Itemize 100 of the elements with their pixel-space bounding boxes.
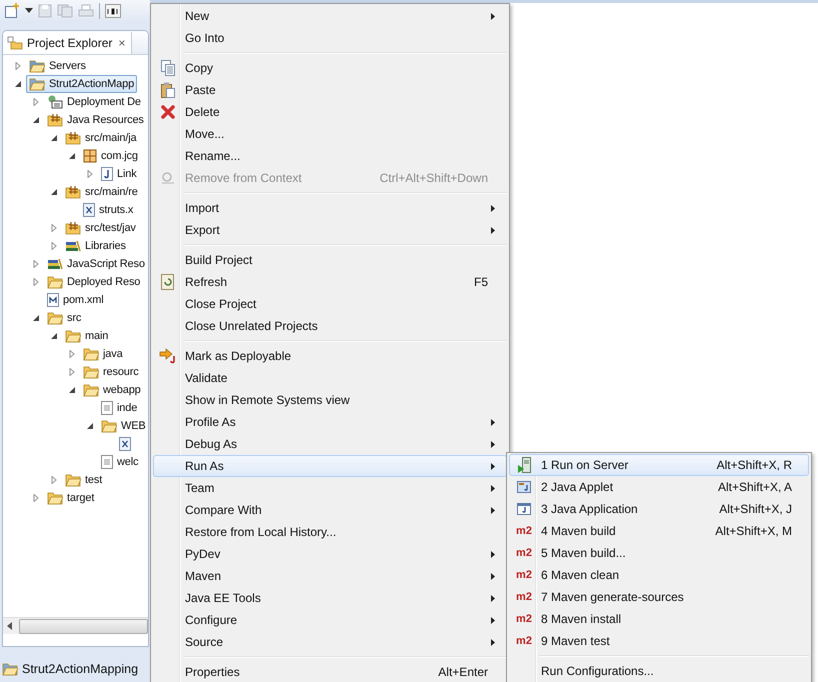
scrollbar-thumb[interactable]	[19, 618, 148, 634]
tree-item[interactable]: struts.x	[80, 201, 136, 219]
menu-item[interactable]: Java EE Tools	[153, 587, 507, 609]
package-icon	[83, 149, 97, 163]
scroll-left-icon[interactable]	[7, 622, 13, 630]
package-folder-icon	[47, 113, 63, 127]
dropdown-icon[interactable]	[25, 8, 33, 14]
menu-item[interactable]: m2 8 Maven install	[509, 608, 809, 630]
menu-item[interactable]: Build Project	[153, 249, 507, 271]
menu-item[interactable]: Mark as Deployable	[153, 345, 507, 367]
expand-arrow-icon[interactable]	[86, 422, 94, 430]
tree-item[interactable]: JavaScript Reso	[44, 255, 148, 273]
menu-item[interactable]: m2 9 Maven test	[509, 630, 809, 652]
package-folder-icon	[65, 221, 81, 235]
save-all-icon[interactable]	[57, 4, 73, 18]
menu-item[interactable]: Team	[153, 477, 507, 499]
tree-item[interactable]: java	[80, 345, 126, 363]
save-icon[interactable]	[38, 4, 52, 18]
new-icon[interactable]	[4, 3, 20, 19]
menu-item[interactable]: Close Project	[153, 293, 507, 315]
menu-item[interactable]: Debug As	[153, 433, 507, 455]
menu-item[interactable]: Properties Alt+Enter	[153, 661, 507, 682]
menu-item[interactable]: 3 Java Application Alt+Shift+X, J	[509, 498, 809, 520]
xml-file-icon	[83, 203, 95, 217]
tree-item[interactable]: welc	[98, 453, 142, 471]
tree-item[interactable]: pom.xml	[44, 291, 107, 309]
menu-item[interactable]: m2 6 Maven clean	[509, 564, 809, 586]
tree-item[interactable]: Deployment De	[44, 93, 144, 111]
expand-arrow-icon[interactable]	[32, 116, 40, 124]
tree-item[interactable]: src/main/re	[62, 183, 141, 201]
menu-item[interactable]: Maven	[153, 565, 507, 587]
menu-item[interactable]: Show in Remote Systems view	[153, 389, 507, 411]
tree-item[interactable]: src	[44, 309, 84, 327]
folder-icon	[101, 419, 117, 433]
binary-icon[interactable]	[105, 4, 121, 18]
java-file-icon	[101, 167, 113, 181]
tree-item[interactable]: test	[62, 471, 106, 489]
folder-icon	[65, 473, 81, 487]
expand-arrow-icon[interactable]	[50, 188, 58, 196]
menu-item[interactable]: Copy	[153, 57, 507, 79]
tree-item[interactable]: WEB	[98, 417, 148, 435]
menu-item[interactable]: Configure	[153, 609, 507, 631]
tree-item[interactable]: Strut2ActionMapp	[26, 75, 138, 93]
menu-item[interactable]: Profile As	[153, 411, 507, 433]
menu-item[interactable]: m2 7 Maven generate-sources	[509, 586, 809, 608]
tree-item[interactable]: Servers	[26, 57, 89, 75]
expand-arrow-icon[interactable]	[68, 386, 76, 394]
tree-item[interactable]: Deployed Reso	[44, 273, 144, 291]
tree-item[interactable]: webapp	[80, 381, 144, 399]
menu-item[interactable]: New	[153, 5, 507, 27]
menu-item[interactable]: Rename...	[153, 145, 507, 167]
applet-icon	[517, 481, 531, 493]
tree-item[interactable]: Java Resources	[44, 111, 147, 129]
context-icon	[161, 171, 175, 185]
horizontal-scrollbar[interactable]	[3, 617, 148, 634]
tree-item[interactable]: src/main/ja	[62, 129, 140, 147]
menu-item[interactable]: 2 Java Applet Alt+Shift+X, A	[509, 476, 809, 498]
descriptor-icon	[47, 95, 63, 109]
tab-label: Project Explorer	[27, 36, 112, 50]
menu-item[interactable]: Go Into	[153, 27, 507, 49]
menu-item[interactable]: Run As	[153, 455, 507, 477]
menu-item[interactable]: Import	[153, 197, 507, 219]
menu-item[interactable]: m2 5 Maven build...	[509, 542, 809, 564]
menu-item[interactable]: Move...	[153, 123, 507, 145]
expand-arrow-icon[interactable]	[50, 332, 58, 340]
tree-item[interactable]: Libraries	[62, 237, 129, 255]
menu-item[interactable]: Close Unrelated Projects	[153, 315, 507, 337]
tree-item[interactable]: main	[62, 327, 112, 345]
tree-item[interactable]: src/test/jav	[62, 219, 139, 237]
menu-item[interactable]: Paste	[153, 79, 507, 101]
tree-item[interactable]: com.jcg	[80, 147, 141, 165]
menu-item[interactable]: PyDev	[153, 543, 507, 565]
menu-item[interactable]: Restore from Local History...	[153, 521, 507, 543]
expand-arrow-icon[interactable]	[14, 80, 22, 88]
menu-item[interactable]: Export	[153, 219, 507, 241]
folder-icon	[47, 311, 63, 325]
tree-item[interactable]: target	[44, 489, 98, 507]
delete-icon	[161, 105, 175, 119]
tree-item[interactable]	[116, 435, 134, 453]
tree-item[interactable]: resourc	[80, 363, 142, 381]
close-button[interactable]: ×	[118, 36, 126, 50]
tree-item[interactable]: Link	[98, 165, 140, 183]
expand-arrow-icon[interactable]	[32, 314, 40, 322]
menu-item[interactable]: 1 Run on Server Alt+Shift+X, R	[509, 454, 809, 476]
folder-icon	[2, 662, 18, 676]
menu-item[interactable]: Run Configurations...	[509, 660, 809, 682]
refresh-icon	[161, 274, 175, 290]
menu-item[interactable]: Compare With	[153, 499, 507, 521]
view-tab[interactable]: Project Explorer ×	[3, 32, 132, 54]
print-icon[interactable]	[78, 4, 94, 18]
menu-item[interactable]: Refresh F5	[153, 271, 507, 293]
menu-item[interactable]: Validate	[153, 367, 507, 389]
folder-icon	[65, 329, 81, 343]
copy-icon	[161, 60, 175, 76]
expand-arrow-icon[interactable]	[50, 134, 58, 142]
menu-item[interactable]: m2 4 Maven build Alt+Shift+X, M	[509, 520, 809, 542]
expand-arrow-icon[interactable]	[68, 152, 76, 160]
menu-item[interactable]: Delete	[153, 101, 507, 123]
tree-item[interactable]: inde	[98, 399, 140, 417]
menu-item[interactable]: Source	[153, 631, 507, 653]
